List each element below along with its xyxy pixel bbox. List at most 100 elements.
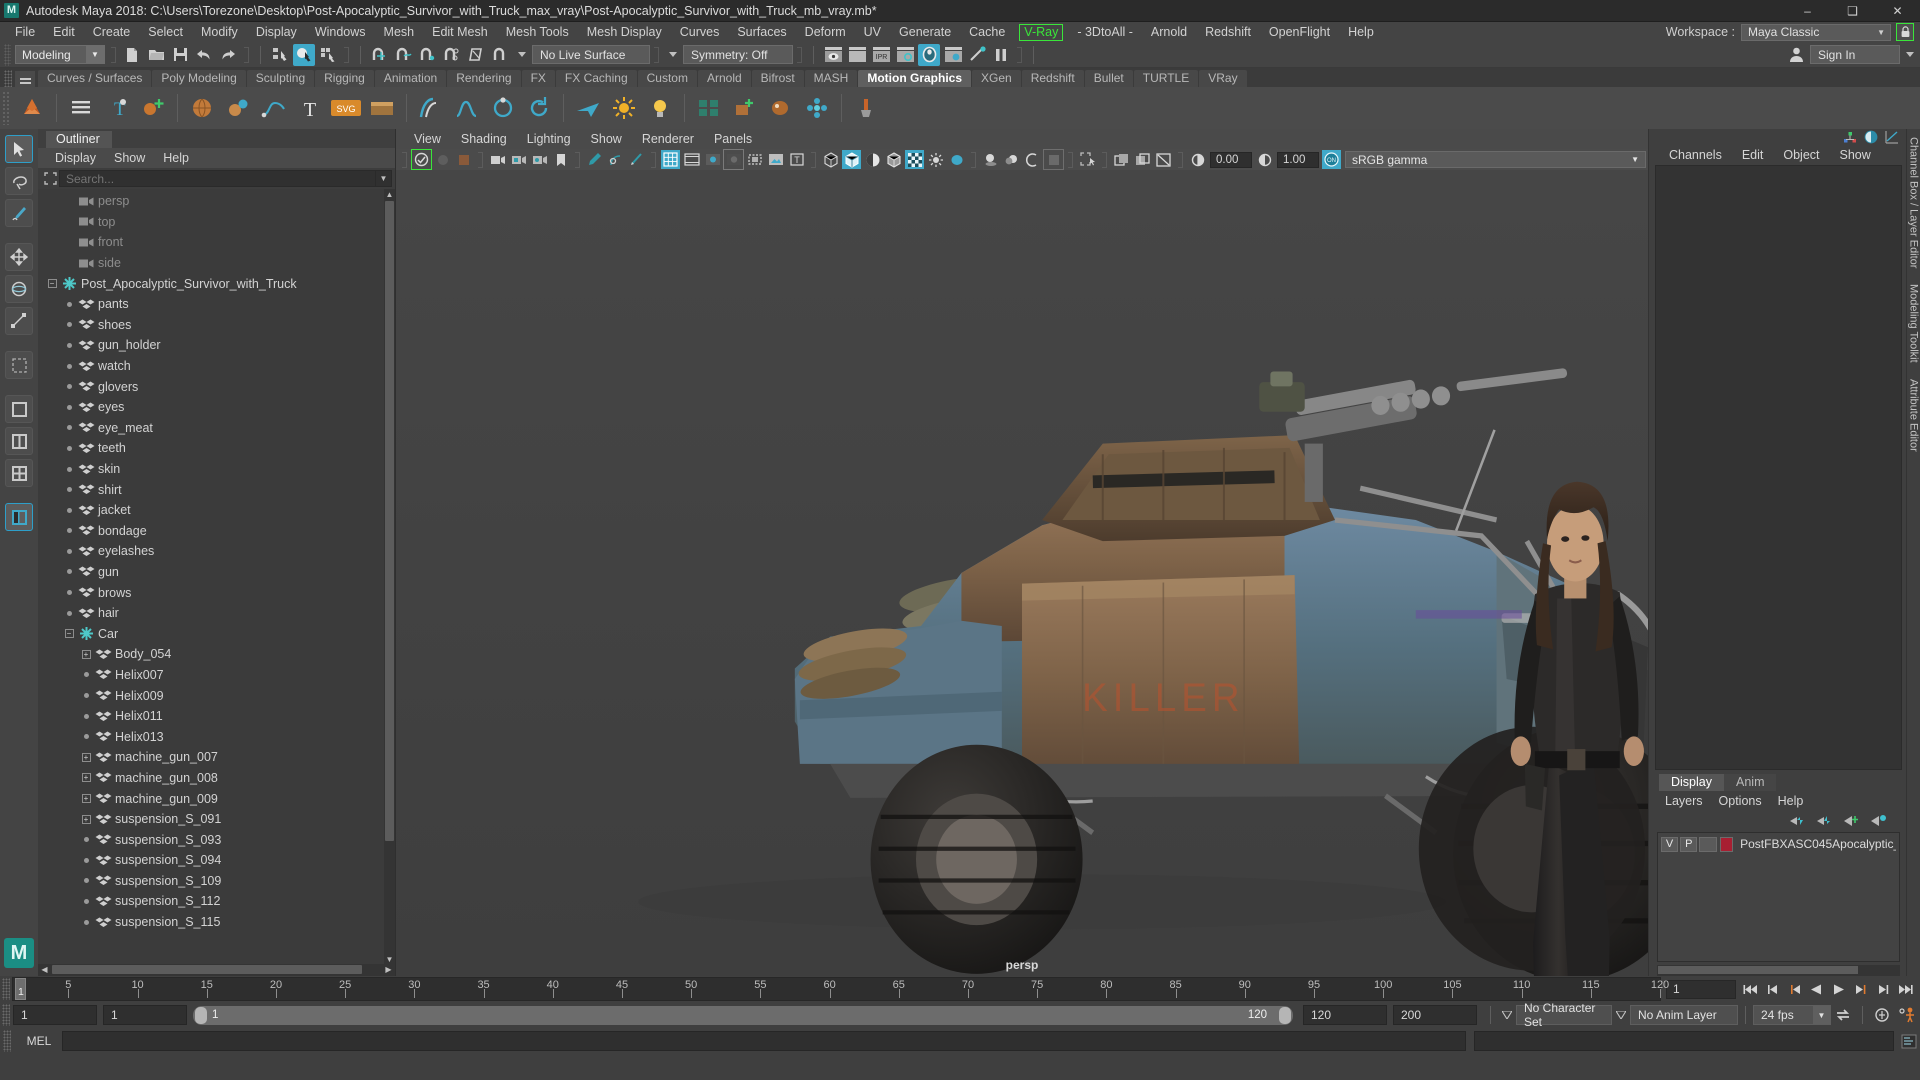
anim-layer-field[interactable]: No Anim Layer	[1630, 1005, 1738, 1025]
outliner-item[interactable]: hair	[38, 603, 395, 624]
redo-previous-render-button[interactable]	[846, 44, 868, 66]
paint-select-tool-button[interactable]	[5, 199, 33, 227]
live-surface-field[interactable]: No Live Surface	[532, 45, 650, 64]
select-by-hierarchy-button[interactable]	[269, 44, 291, 66]
symmetry-field[interactable]: Symmetry: Off	[683, 45, 793, 64]
outliner-menu-help[interactable]: Help	[154, 151, 198, 165]
snap-to-grids-button[interactable]	[369, 44, 391, 66]
wireframe-shading-button[interactable]	[821, 150, 840, 169]
current-frame-field[interactable]: 1	[1666, 979, 1736, 999]
lock-camera-button[interactable]	[433, 150, 452, 169]
hud-text-button[interactable]: T	[787, 150, 806, 169]
expand-icon[interactable]: +	[80, 813, 92, 825]
shelf-tab-xgen[interactable]: XGen	[972, 70, 1021, 87]
film-gate-button[interactable]	[682, 150, 701, 169]
tab-display-layers[interactable]: Display	[1659, 774, 1724, 791]
display-layer-b-button[interactable]	[1133, 150, 1152, 169]
snap-to-projected-center-button[interactable]	[441, 44, 463, 66]
light-editor-button[interactable]	[966, 44, 988, 66]
range-left-handle[interactable]	[195, 1006, 207, 1024]
layer-playback-toggle[interactable]: P	[1680, 836, 1698, 852]
outliner-item[interactable]: front	[38, 232, 395, 253]
outliner-item[interactable]: eyes	[38, 397, 395, 418]
texture-display-button[interactable]	[905, 150, 924, 169]
shelf-tab-animation[interactable]: Animation	[374, 70, 447, 87]
display-layer-a-button[interactable]	[1112, 150, 1131, 169]
mash-flower-icon[interactable]	[801, 92, 833, 124]
mash-menu-icon[interactable]	[65, 92, 97, 124]
colorspace-dropdown[interactable]: sRGB gamma ▼	[1345, 151, 1646, 168]
expand-icon[interactable]: +	[80, 648, 92, 660]
graph-editor-icon[interactable]	[1885, 130, 1899, 144]
range-slider[interactable]: 1 120	[193, 1005, 1293, 1025]
statusline-grip[interactable]	[4, 43, 11, 66]
chevron-down-icon[interactable]	[1906, 52, 1914, 57]
expand-icon[interactable]: +	[80, 751, 92, 763]
command-line-grip[interactable]	[3, 1030, 11, 1052]
exposure-icon[interactable]	[1188, 150, 1207, 169]
outliner-item[interactable]: eye_meat	[38, 418, 395, 439]
outliner-item[interactable]: top	[38, 212, 395, 233]
outliner-item[interactable]: Helix011	[38, 706, 395, 727]
animation-preferences-button[interactable]	[1894, 1005, 1920, 1025]
ik-handles-button[interactable]	[606, 150, 625, 169]
mash-svg-icon[interactable]: SVG	[330, 92, 362, 124]
channelbox-menu-channels[interactable]: Channels	[1659, 148, 1732, 162]
time-slider-grip[interactable]	[2, 978, 10, 1000]
outliner-horizontal-scrollbar[interactable]: ◀ ▶	[38, 964, 395, 976]
depth-of-field-button[interactable]	[1043, 149, 1064, 170]
outliner-item[interactable]: gun	[38, 562, 395, 583]
maximize-button[interactable]: ❑	[1830, 0, 1875, 22]
menu-cache[interactable]: Cache	[960, 22, 1014, 42]
outliner-item[interactable]: pants	[38, 294, 395, 315]
loop-playback-icon[interactable]	[1831, 1005, 1855, 1025]
mash-curve-icon[interactable]	[258, 92, 290, 124]
gate-mask-button[interactable]	[723, 149, 744, 170]
menu-mesh-tools[interactable]: Mesh Tools	[497, 22, 578, 42]
snap-to-curves-button[interactable]	[393, 44, 415, 66]
shelf-tab-redshift[interactable]: Redshift	[1021, 70, 1084, 87]
character-set-dropdown-icon[interactable]	[1498, 1005, 1516, 1025]
outliner-item[interactable]: Helix013	[38, 726, 395, 747]
pause-viewport-button[interactable]	[990, 44, 1012, 66]
outliner-item[interactable]: + suspension_S_091	[38, 809, 395, 830]
move-layer-up-icon[interactable]	[1789, 814, 1805, 827]
menu-help[interactable]: Help	[1339, 22, 1383, 42]
range-grip[interactable]	[2, 1004, 10, 1026]
shelf-tab-fx[interactable]: FX	[521, 70, 555, 87]
scroll-right-icon[interactable]: ▶	[383, 965, 394, 974]
range-right-handle[interactable]	[1279, 1006, 1291, 1024]
rotate-tool-button[interactable]	[5, 275, 33, 303]
anim-layer-dropdown-icon[interactable]	[1612, 1005, 1630, 1025]
signin-button[interactable]: Sign In	[1810, 45, 1900, 64]
collapse-icon[interactable]: −	[46, 278, 58, 290]
mash-rotate-icon[interactable]	[523, 92, 555, 124]
color-management-toggle[interactable]: ON	[1322, 150, 1341, 169]
menu-display[interactable]: Display	[247, 22, 306, 42]
mash-orbit-icon[interactable]	[487, 92, 519, 124]
render-settings-button[interactable]	[894, 44, 916, 66]
layer-visibility-toggle[interactable]: V	[1661, 836, 1679, 852]
menu-select[interactable]: Select	[139, 22, 192, 42]
menu-mesh-display[interactable]: Mesh Display	[578, 22, 671, 42]
step-back-frame-button[interactable]	[1785, 980, 1804, 999]
character-set-field[interactable]: No Character Set	[1516, 1001, 1612, 1029]
outliner-item[interactable]: suspension_S_093	[38, 829, 395, 850]
scale-tool-button[interactable]	[5, 307, 33, 335]
outliner-item[interactable]: suspension_S_109	[38, 871, 395, 892]
bookmark-icon-button[interactable]	[551, 150, 570, 169]
mash-trails-icon[interactable]	[415, 92, 447, 124]
playback-end-time-field[interactable]: 120	[1303, 1005, 1387, 1025]
animation-start-time-field[interactable]: 1	[13, 1005, 97, 1025]
outliner-item[interactable]: suspension_S_112	[38, 891, 395, 912]
menu-modify[interactable]: Modify	[192, 22, 247, 42]
scroll-left-icon[interactable]: ◀	[39, 965, 50, 974]
grid-display-button[interactable]	[661, 150, 680, 169]
snap-to-points-button[interactable]	[417, 44, 439, 66]
ssao-button[interactable]	[981, 150, 1000, 169]
menu-curves[interactable]: Curves	[671, 22, 729, 42]
exposure-value[interactable]: 0.00	[1210, 151, 1252, 168]
workspace-dropdown[interactable]: Maya Classic ▼	[1741, 23, 1891, 41]
mash-sphere-icon[interactable]	[186, 92, 218, 124]
minimize-button[interactable]: –	[1785, 0, 1830, 22]
